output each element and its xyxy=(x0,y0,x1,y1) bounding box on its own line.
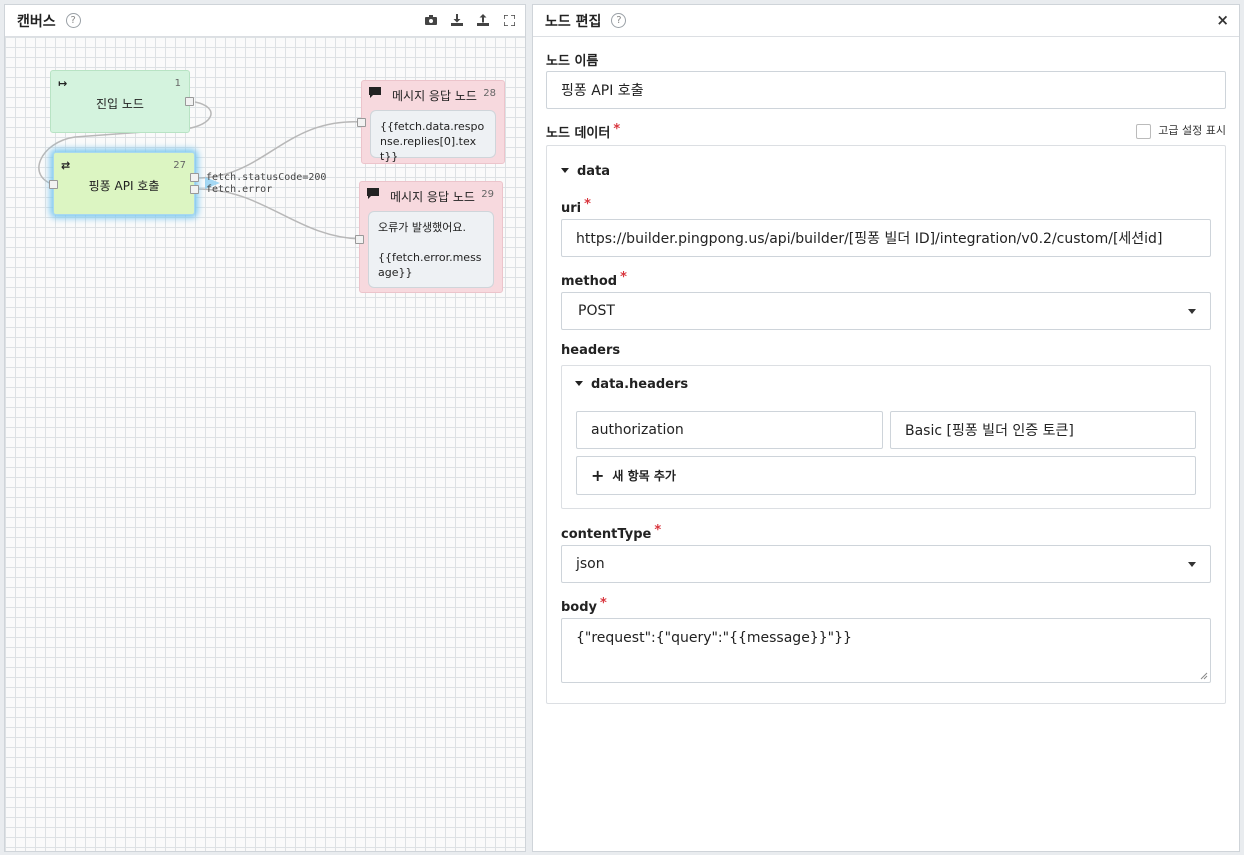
canvas-title: 캔버스 xyxy=(17,13,56,30)
uri-value: https://builder.pingpong.us/api/builder/… xyxy=(576,231,1163,247)
add-item-label: 새 항목 추가 xyxy=(612,469,676,483)
node-number: 1 xyxy=(174,78,181,89)
body-textarea[interactable]: {"request":{"query":"{{message}}"}} xyxy=(561,618,1211,683)
output-port[interactable] xyxy=(185,97,194,106)
required-mark: * xyxy=(654,523,662,538)
data-toggle[interactable]: data xyxy=(561,164,610,179)
node-number: 28 xyxy=(483,88,496,99)
node-message-29[interactable]: 메시지 응답 노드 29 오류가 발생했어요. {{fetch.error.me… xyxy=(355,181,503,293)
canvas-toolbar xyxy=(423,12,517,28)
node-name-value: 핑퐁 API 호출 xyxy=(561,83,644,99)
help-icon[interactable]: ? xyxy=(611,13,627,28)
node-entry[interactable]: ↦ 1 진입 노드 xyxy=(50,70,194,133)
input-port[interactable] xyxy=(49,180,58,189)
download-icon[interactable] xyxy=(449,12,465,28)
node-data-label: 노드 데이터 xyxy=(546,126,611,141)
node-api-call[interactable]: ⇄ 27 핑퐁 API 호출 xyxy=(49,152,199,215)
header-key-input[interactable]: authorization xyxy=(576,411,883,449)
data-label: data xyxy=(577,164,611,179)
canvas-panel: 캔버스 ? ↦ 1 진입 노드 ⇄ 27 핑퐁 API 호출 fetch.sta… xyxy=(4,4,526,852)
body-value: {"request":{"query":"{{message}}"}} xyxy=(576,630,852,646)
caret-down-icon xyxy=(1188,308,1196,314)
headers-label: headers xyxy=(561,343,621,358)
message-text: {{fetch.data.response.replies[0].text}} xyxy=(370,110,496,163)
node-name-input[interactable]: 핑퐁 API 호출 xyxy=(546,71,1226,109)
uri-label: uri xyxy=(561,201,582,216)
edge-api-msg2 xyxy=(196,188,362,240)
port-label-error: fetch.error xyxy=(206,184,273,195)
node-message-28[interactable]: 메시지 응답 노드 28 {{fetch.data.response.repli… xyxy=(357,80,505,164)
required-mark: * xyxy=(600,596,607,611)
fullscreen-icon[interactable] xyxy=(501,12,517,28)
resize-handle-icon xyxy=(1200,672,1208,680)
camera-icon[interactable] xyxy=(423,12,439,28)
help-icon[interactable]: ? xyxy=(65,13,81,28)
node-title: 메시지 응답 노드 xyxy=(390,190,475,204)
required-mark: * xyxy=(613,122,621,137)
content-type-label-row: contentType * xyxy=(561,523,661,542)
node-data-label-row: 노드 데이터 * xyxy=(546,122,620,141)
content-type-label: contentType xyxy=(561,527,652,542)
header-value-input[interactable]: Basic [핑퐁 빌더 인증 토큰] xyxy=(890,411,1196,449)
canvas-header: 캔버스 ? xyxy=(5,5,525,37)
uri-label-row: uri * xyxy=(561,197,591,216)
node-number: 27 xyxy=(173,160,186,171)
add-item-button[interactable]: + 새 항목 추가 xyxy=(576,456,1196,495)
node-edit-panel: 노드 편집 ? × 노드 이름 핑퐁 API 호출 노드 데이터 * 고급 설정 … xyxy=(532,4,1240,852)
node-title: 메시지 응답 노드 xyxy=(392,89,477,103)
required-mark: * xyxy=(620,270,627,285)
flow-canvas[interactable]: ↦ 1 진입 노드 ⇄ 27 핑퐁 API 호출 fetch.statusCod… xyxy=(5,37,525,851)
node-edit-header: 노드 편집 ? × xyxy=(533,5,1239,37)
method-label: method xyxy=(561,274,618,289)
upload-icon[interactable] xyxy=(475,12,491,28)
caret-down-icon xyxy=(575,381,583,386)
advanced-toggle[interactable]: 고급 설정 표시 xyxy=(1136,122,1226,139)
data-section: data uri * https://builder.pingpong.us/ap… xyxy=(546,145,1226,704)
close-icon[interactable]: × xyxy=(1216,11,1229,29)
node-title: 진입 노드 xyxy=(96,97,144,111)
required-mark: * xyxy=(584,197,591,212)
exchange-icon: ⇄ xyxy=(61,159,71,172)
edge-api-msg1 xyxy=(196,121,364,179)
comment-icon xyxy=(369,87,381,101)
header-value-value: Basic [핑퐁 빌더 인증 토큰] xyxy=(905,423,1074,439)
node-edit-title: 노드 편집 xyxy=(545,13,602,30)
headers-section: data.headers authorization Basic [핑퐁 빌더 … xyxy=(561,365,1211,509)
header-key-value: authorization xyxy=(591,422,684,438)
uri-input[interactable]: https://builder.pingpong.us/api/builder/… xyxy=(561,219,1211,257)
method-select[interactable]: POST xyxy=(561,292,1211,330)
content-type-value: json xyxy=(576,556,605,572)
node-name-label: 노드 이름 xyxy=(546,54,599,69)
node-number: 29 xyxy=(481,189,494,200)
body-label-row: body * xyxy=(561,596,607,615)
sign-in-icon: ↦ xyxy=(58,77,68,90)
message-text: 오류가 발생했어요. {{fetch.error.message}} xyxy=(368,211,494,288)
data-headers-label: data.headers xyxy=(591,377,689,392)
advanced-checkbox[interactable] xyxy=(1136,123,1152,139)
port-label-success: fetch.statusCode=200 xyxy=(206,172,327,183)
comment-icon xyxy=(367,188,379,202)
method-value: POST xyxy=(578,303,615,319)
output-port-error[interactable] xyxy=(190,185,199,194)
input-port[interactable] xyxy=(357,118,366,127)
content-type-select[interactable]: json xyxy=(561,545,1211,583)
node-title: 핑퐁 API 호출 xyxy=(88,179,160,193)
caret-down-icon xyxy=(1188,561,1196,567)
body-label: body xyxy=(561,600,598,615)
advanced-label: 고급 설정 표시 xyxy=(1158,124,1226,137)
method-label-row: method * xyxy=(561,270,627,289)
caret-down-icon xyxy=(561,168,569,173)
data-headers-toggle[interactable]: data.headers xyxy=(575,377,688,392)
plus-icon: + xyxy=(591,466,605,485)
input-port[interactable] xyxy=(355,235,364,244)
output-port-success[interactable] xyxy=(190,173,199,182)
